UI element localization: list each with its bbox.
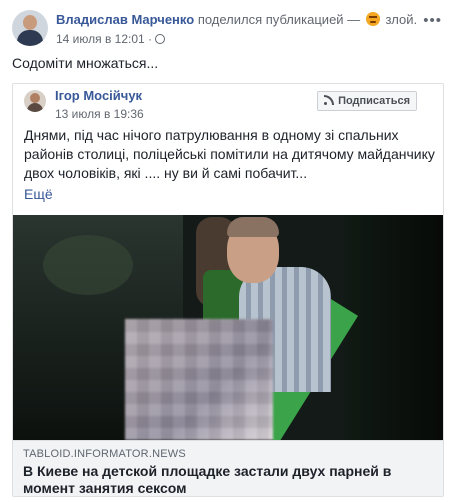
angry-emoji-icon [365, 12, 380, 26]
feeling-text: злой. [385, 12, 418, 27]
shared-author-name[interactable]: Ігор Мосійчук [55, 88, 142, 103]
author-avatar[interactable] [12, 10, 48, 46]
shared-author-avatar[interactable] [24, 90, 46, 112]
avatar-body [17, 30, 43, 46]
more-dots-icon[interactable]: ••• [423, 12, 442, 29]
post-title-line: Владислав Марченко поделился публикацией… [56, 12, 417, 27]
video-blurred-area [125, 319, 273, 440]
video-thumbnail[interactable] [13, 215, 443, 440]
video-person-hair [227, 217, 279, 237]
subscribe-label: Подписаться [338, 95, 410, 107]
link-preview[interactable]: TABLOID.INFORMATOR.NEWS В Киеве на детск… [13, 440, 443, 496]
globe-icon [155, 34, 166, 44]
avatar-head [23, 15, 37, 30]
video-foliage [43, 235, 133, 295]
shared-post: Ігор Мосійчук 13 июля в 19:36 Подписатьс… [12, 83, 444, 497]
facebook-post: Владислав Марченко поделился публикацией… [0, 0, 456, 500]
rss-icon [324, 95, 335, 105]
post-caption: Содоміти множаться... [12, 55, 159, 71]
author-name[interactable]: Владислав Марченко [56, 12, 194, 27]
shared-post-text: Днями, під час нічого патрулювання в одн… [24, 127, 435, 181]
shared-timestamp[interactable]: 13 июля в 19:36 [55, 107, 144, 121]
post-timestamp[interactable]: 14 июля в 12:01 · [56, 32, 152, 46]
post-header: Владислав Марченко поделился публикацией… [12, 10, 444, 50]
subscribe-button[interactable]: Подписаться [317, 91, 417, 111]
link-domain: TABLOID.INFORMATOR.NEWS [23, 448, 186, 460]
link-title[interactable]: В Киеве на детской площадке застали двух… [23, 463, 433, 497]
post-meta: 14 июля в 12:01 · [56, 32, 166, 46]
share-action-text: поделился публикацией — [197, 12, 361, 27]
video-shadow [343, 215, 443, 440]
see-more-link[interactable]: Ещё [24, 186, 53, 202]
